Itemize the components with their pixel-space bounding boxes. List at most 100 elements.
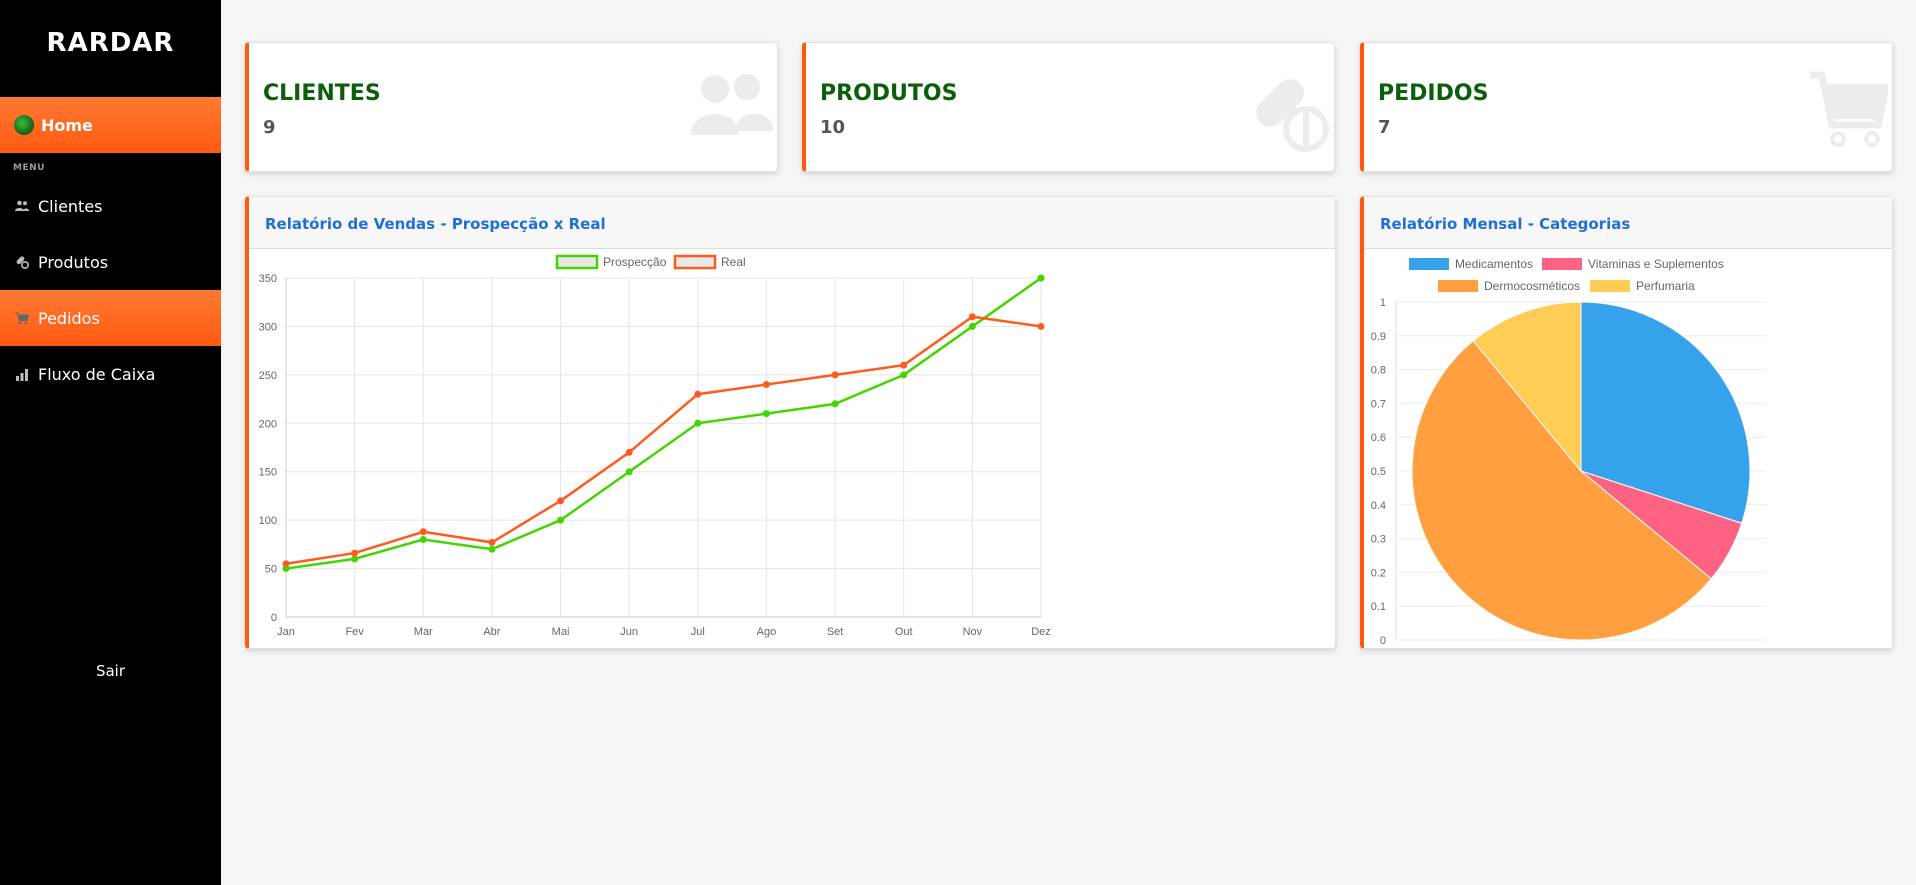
x-tick-label: Dez: [1031, 626, 1051, 638]
data-point: [968, 322, 976, 330]
y-tick-label: 350: [259, 273, 277, 285]
y-tick-label: 0.6: [1371, 432, 1386, 444]
data-point: [419, 536, 427, 544]
data-point: [488, 538, 496, 546]
legend-label: Dermocosméticos: [1484, 279, 1580, 293]
menu-section-label: MENU: [13, 163, 45, 173]
data-point: [1037, 274, 1045, 282]
data-point: [1037, 322, 1045, 330]
data-point: [831, 371, 839, 379]
y-tick-label: 50: [265, 564, 277, 576]
stat-value: 10: [820, 117, 846, 138]
legend-swatch: [1542, 258, 1582, 270]
y-tick-label: 0.2: [1371, 567, 1386, 579]
stat-card-clientes: CLIENTES 9: [245, 42, 778, 172]
sales-report-panel: Relatório de Vendas - Prospecção x Real …: [245, 196, 1336, 649]
data-point: [831, 400, 839, 408]
bar-chart-icon: [14, 366, 30, 382]
sidebar-item-label: Home: [41, 115, 93, 135]
legend-label: Vitaminas e Suplementos: [1588, 257, 1724, 271]
cart-icon: [14, 310, 30, 326]
users-icon: [14, 198, 30, 214]
sidebar: RARDAR Home MENU Clientes Produtos Pedid…: [0, 0, 221, 885]
data-point: [762, 381, 770, 389]
y-tick-label: 0.3: [1371, 534, 1386, 546]
x-tick-label: Jul: [691, 626, 705, 638]
stat-value: 7: [1378, 117, 1391, 138]
data-point: [557, 516, 565, 524]
data-point: [694, 390, 702, 398]
data-point: [488, 545, 496, 553]
stat-title: PEDIDOS: [1378, 81, 1489, 106]
sidebar-item-label: Pedidos: [38, 308, 100, 328]
y-tick-label: 300: [259, 321, 277, 333]
sales-line-chart: 0 50 100 150 200 250 300 350 Jan Fev Mar Abr Mai Jun J…: [259, 254, 1051, 638]
legend-label: Medicamentos: [1455, 257, 1533, 271]
stat-title: CLIENTES: [263, 81, 381, 106]
sidebar-item-clientes[interactable]: Clientes: [0, 178, 221, 234]
x-tick-label: Nov: [963, 626, 983, 638]
pills-icon: [1248, 71, 1330, 157]
sidebar-item-produtos[interactable]: Produtos: [0, 234, 221, 290]
x-tick-label: Jan: [277, 626, 295, 638]
y-tick-label: 0.8: [1371, 365, 1386, 377]
data-point: [351, 549, 359, 557]
y-tick-label: 100: [259, 515, 277, 527]
y-tick-label: 0.4: [1371, 500, 1386, 512]
legend-label: Real: [721, 255, 746, 269]
x-tick-label: Fev: [345, 626, 364, 638]
panel-title: Relatório Mensal - Categorias: [1380, 215, 1631, 233]
x-tick-label: Abr: [483, 626, 500, 638]
pills-icon: [14, 254, 30, 270]
x-tick-label: Out: [895, 626, 913, 638]
category-report-panel: Relatório Mensal - Categorias 0 0.1 0.2 0.3…: [1360, 196, 1893, 649]
y-tick-label: 150: [259, 467, 277, 479]
panel-title: Relatório de Vendas - Prospecção x Real: [265, 215, 606, 233]
data-point: [557, 497, 565, 505]
category-pie-chart: 0 0.1 0.2 0.3 0.4 0.5 0.6 0.7 0.8 0.9 1 Medicamento…: [1371, 257, 1766, 647]
sidebar-item-label: Produtos: [38, 252, 109, 272]
globe-icon: [14, 115, 34, 135]
app-logo: RARDAR: [46, 28, 175, 58]
legend-swatch: [673, 254, 717, 270]
panel-header: Relatório de Vendas - Prospecção x Real: [249, 197, 1335, 249]
data-point: [900, 371, 908, 379]
stat-value: 9: [263, 117, 276, 138]
x-tick-label: Mar: [414, 626, 433, 638]
y-tick-label: 200: [259, 418, 277, 430]
data-point: [762, 410, 770, 418]
legend-swatch: [1590, 280, 1630, 292]
legend-swatch: [1438, 280, 1478, 292]
data-point: [900, 361, 908, 369]
sidebar-item-label: Fluxo de Caixa: [38, 364, 156, 384]
x-tick-label: Mai: [552, 626, 570, 638]
sidebar-item-home[interactable]: Home: [0, 97, 221, 153]
legend-label: Perfumaria: [1636, 279, 1695, 293]
data-point: [968, 313, 976, 321]
y-tick-label: 0.1: [1371, 601, 1386, 613]
y-tick-label: 0.9: [1371, 331, 1386, 343]
data-point: [625, 468, 633, 476]
stat-title: PRODUTOS: [820, 81, 958, 106]
x-tick-label: Jun: [620, 626, 638, 638]
x-tick-label: Ago: [757, 626, 777, 638]
legend-label: Prospecção: [603, 255, 667, 269]
y-tick-label: 0: [1380, 635, 1386, 647]
data-point: [419, 528, 427, 536]
sidebar-item-fluxo-de-caixa[interactable]: Fluxo de Caixa: [0, 346, 221, 402]
data-point: [282, 560, 290, 568]
logout-link[interactable]: Sair: [0, 662, 221, 680]
sidebar-item-label: Clientes: [38, 196, 103, 216]
y-tick-label: 1: [1380, 297, 1386, 309]
series-line-real: [285, 315, 1042, 565]
stat-card-pedidos: PEDIDOS 7: [1360, 42, 1893, 172]
legend-swatch: [555, 254, 599, 270]
sidebar-item-pedidos[interactable]: Pedidos: [0, 290, 221, 346]
users-icon: [691, 71, 773, 141]
y-tick-label: 0: [271, 612, 277, 624]
y-tick-label: 250: [259, 370, 277, 382]
data-point: [694, 419, 702, 427]
legend-swatch: [1409, 258, 1449, 270]
panel-header: Relatório Mensal - Categorias: [1364, 197, 1892, 249]
y-tick-label: 0.7: [1371, 398, 1386, 410]
